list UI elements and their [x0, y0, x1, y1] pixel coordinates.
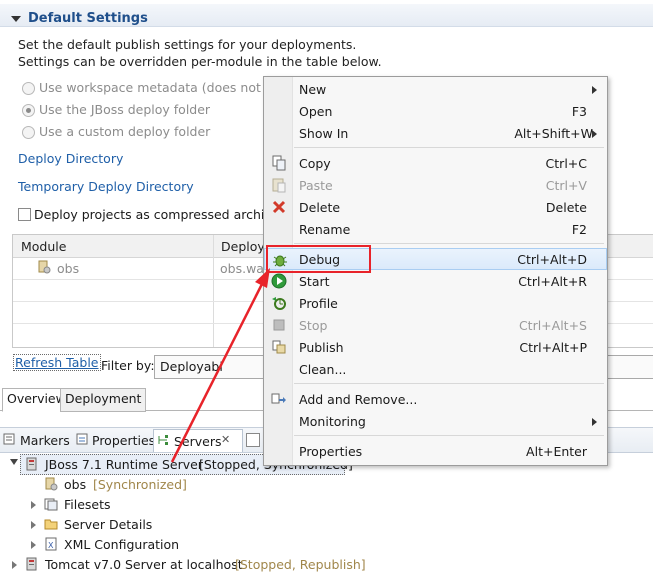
- annotation-arrow-icon: [170, 268, 270, 463]
